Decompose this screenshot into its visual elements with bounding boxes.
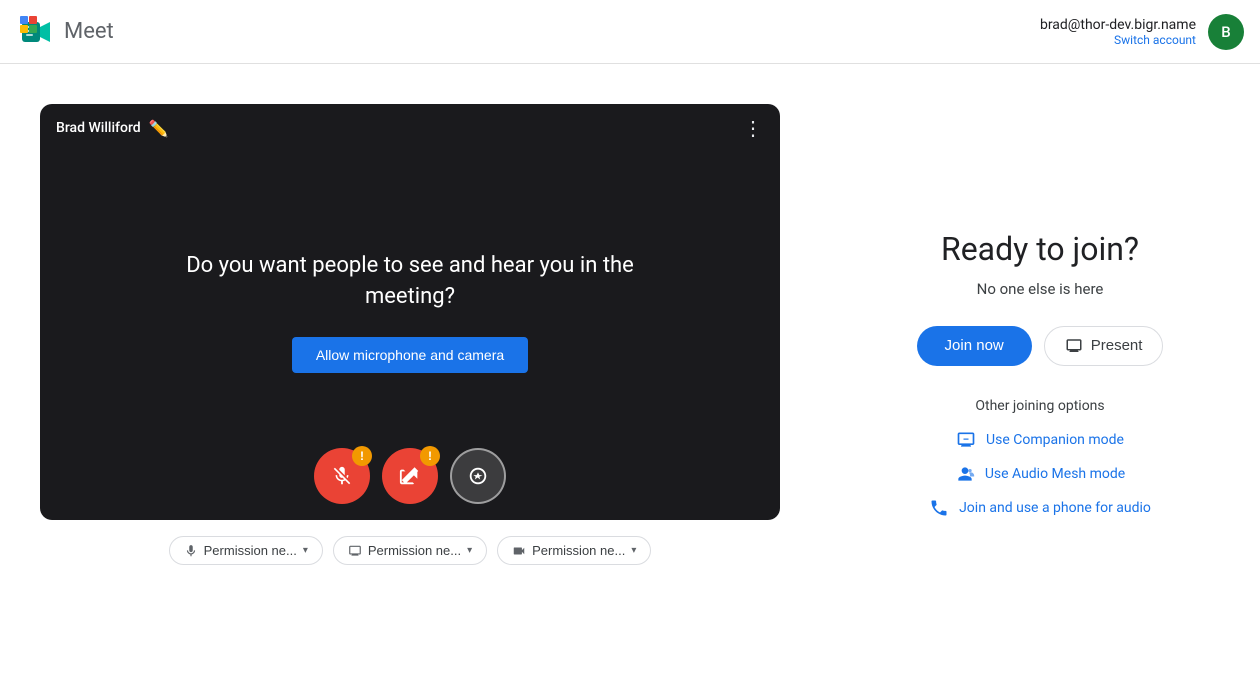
ready-title: Ready to join? [941,230,1139,268]
user-info: brad@thor-dev.bigr.name Switch account [1040,17,1196,47]
video-top-bar: Brad Williford ✏️ ⋮ [40,104,780,152]
allow-microphone-camera-button[interactable]: Allow microphone and camera [292,337,528,373]
camera-chevron-icon: ▾ [631,545,636,556]
permission-bar: Permission ne... ▾ Permission ne... ▾ Pe… [169,536,652,565]
camera-permission-label: Permission ne... [532,543,625,558]
mute-camera-button[interactable]: ! [382,448,438,504]
more-options-icon[interactable]: ⋮ [743,116,764,140]
other-options-title: Other joining options [975,398,1104,414]
user-area: brad@thor-dev.bigr.name Switch account B [1040,14,1244,50]
video-panel: Brad Williford ✏️ ⋮ Do you want people t… [0,64,820,697]
mute-mic-button[interactable]: ! [314,448,370,504]
mic-permission-pill[interactable]: Permission ne... ▾ [169,536,323,565]
right-panel: Ready to join? No one else is here Join … [820,64,1260,697]
screen-permission-label: Permission ne... [368,543,461,558]
screen-chevron-icon: ▾ [467,545,472,556]
join-actions: Join now Present [917,326,1164,366]
effects-icon [467,465,489,487]
mic-permission-icon [184,544,198,558]
mic-chevron-icon: ▾ [303,545,308,556]
main-content: Brad Williford ✏️ ⋮ Do you want people t… [0,64,1260,697]
mic-permission-label: Permission ne... [204,543,297,558]
video-preview: Brad Williford ✏️ ⋮ Do you want people t… [40,104,780,520]
camera-warning-badge: ! [420,446,440,466]
screen-permission-pill[interactable]: Permission ne... ▾ [333,536,487,565]
user-email: brad@thor-dev.bigr.name [1040,17,1196,33]
companion-mode-link[interactable]: Use Companion mode [956,430,1124,450]
phone-audio-link[interactable]: Join and use a phone for audio [929,498,1151,518]
video-controls: ! ! [40,448,780,504]
edit-name-icon[interactable]: ✏️ [149,119,169,138]
meet-logo-icon [16,12,56,52]
app-title: Meet [64,19,114,44]
screen-permission-icon [348,544,362,558]
audio-mesh-mode-link[interactable]: Use Audio Mesh mode [955,464,1125,484]
camera-off-icon [399,465,421,487]
logo-area: Meet [16,12,114,52]
no-one-text: No one else is here [977,280,1104,298]
camera-permission-pill[interactable]: Permission ne... ▾ [497,536,651,565]
companion-mode-icon [956,430,976,450]
camera-permission-icon [512,544,526,558]
user-avatar[interactable]: B [1208,14,1244,50]
switch-account-link[interactable]: Switch account [1040,33,1196,47]
join-now-button[interactable]: Join now [917,326,1032,366]
audio-mesh-icon [955,464,975,484]
effects-button[interactable] [450,448,506,504]
mic-warning-badge: ! [352,446,372,466]
mic-off-icon [331,465,353,487]
phone-audio-icon [929,498,949,518]
video-permission-message: Do you want people to see and hear you i… [160,251,660,313]
present-screen-icon [1065,337,1083,355]
header: Meet brad@thor-dev.bigr.name Switch acco… [0,0,1260,64]
present-button[interactable]: Present [1044,326,1164,366]
video-user-name: Brad Williford ✏️ [56,119,169,138]
